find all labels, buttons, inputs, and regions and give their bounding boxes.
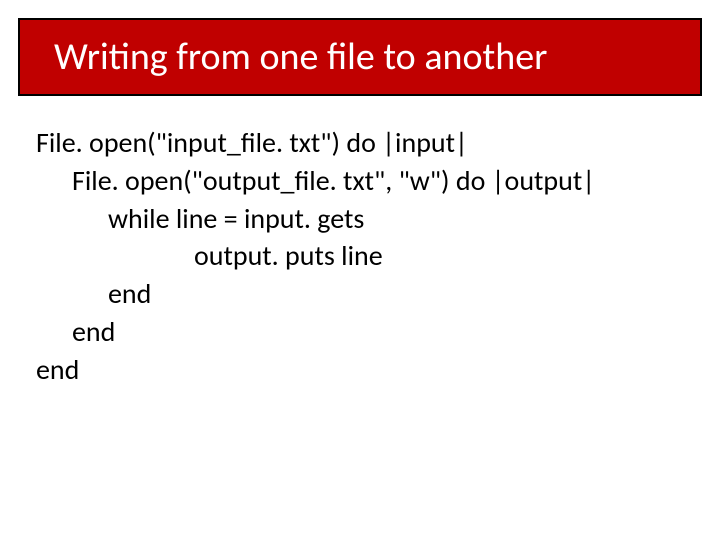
title-bar: Writing from one file to another [18,18,702,96]
code-line-7: end [36,351,684,389]
slide-body: File. open("input_file. txt") do |input|… [36,124,684,389]
slide-title: Writing from one file to another [54,34,547,80]
code-line-3: while line = input. gets [36,200,684,238]
slide: Writing from one file to another File. o… [0,0,720,540]
code-line-6: end [36,313,684,351]
code-line-2: File. open("output_file. txt", "w") do |… [36,162,684,200]
code-line-4: output. puts line [36,237,684,275]
code-line-5: end [36,275,684,313]
code-line-1: File. open("input_file. txt") do |input| [36,124,684,162]
